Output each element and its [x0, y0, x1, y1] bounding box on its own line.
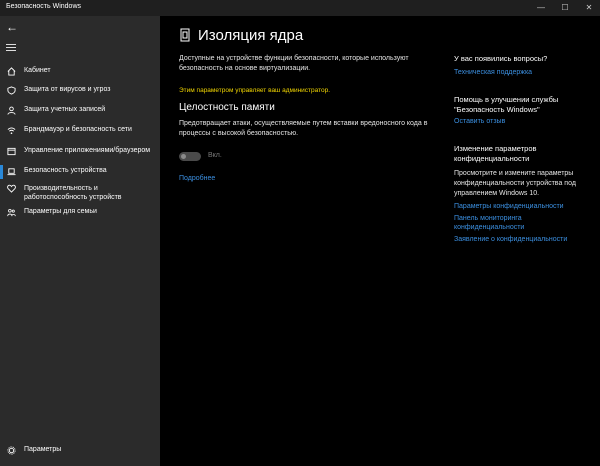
sidebar-item-firewall[interactable]: Брандмауэр и безопасность сети: [0, 124, 160, 138]
sidebar-item-device-security[interactable]: Безопасность устройства: [0, 165, 160, 179]
title-bar: Безопасность Windows — ☐ ✕: [0, 0, 600, 16]
sidebar: ← Кабинет Защита от вирусов и угроз Защи…: [0, 16, 160, 466]
sidebar-item-label: Защита учетных записей: [24, 106, 106, 113]
minimize-button[interactable]: —: [530, 2, 552, 14]
sidebar-item-settings[interactable]: Параметры: [0, 444, 160, 458]
toggle-label: Вкл.: [208, 152, 222, 159]
window-title: Безопасность Windows: [6, 3, 81, 10]
admin-notice: Этим параметром управляет ваш администра…: [179, 87, 331, 94]
feedback-link[interactable]: Оставить отзыв: [454, 118, 594, 125]
sidebar-item-label: Безопасность устройства: [24, 167, 107, 174]
sidebar-item-virus-protection[interactable]: Защита от вирусов и угроз: [0, 84, 160, 98]
sidebar-item-family-options[interactable]: Параметры для семьи: [0, 206, 160, 220]
toggle-knob: [181, 154, 186, 159]
section-title: Целостность памяти: [179, 102, 275, 113]
privacy-text: Просмотрите и измените параметры конфиде…: [454, 170, 576, 197]
maximize-button[interactable]: ☐: [554, 2, 576, 14]
questions-heading: У вас появились вопросы?: [454, 54, 548, 63]
privacy-heading: Изменение параметров конфиденциальности: [454, 144, 537, 163]
close-button[interactable]: ✕: [578, 2, 600, 14]
browser-window-icon: [7, 147, 16, 156]
right-pane: У вас появились вопросы? Техническая под…: [454, 54, 594, 243]
sidebar-item-label: Защита от вирусов и угроз: [24, 86, 111, 93]
sidebar-item-label: Параметры: [24, 446, 62, 453]
home-icon: [7, 67, 16, 76]
support-link[interactable]: Техническая поддержка: [454, 69, 594, 76]
sidebar-item-device-performance[interactable]: Производительность и работоспособность у…: [0, 182, 160, 204]
sidebar-item-home[interactable]: Кабинет: [0, 65, 160, 79]
laptop-icon: [7, 168, 16, 176]
page-description: Доступные на устройстве функции безопасн…: [179, 55, 409, 72]
shield-icon: [7, 86, 16, 95]
sidebar-item-account-protection[interactable]: Защита учетных записей: [0, 104, 160, 118]
sidebar-item-label: Управление приложениями/браузером: [24, 147, 151, 154]
sidebar-item-app-browser-control[interactable]: Управление приложениями/браузером: [0, 145, 160, 159]
section-description: Предотвращает атаки, осуществляемые путе…: [179, 120, 428, 137]
sidebar-item-label: Кабинет: [24, 67, 51, 74]
main-content: Изоляция ядра Доступные на устройстве фу…: [160, 16, 600, 466]
privacy-dashboard-link[interactable]: Панель мониторинга конфиденциальности: [454, 214, 554, 232]
sidebar-item-label: Производительность и работоспособность у…: [24, 185, 122, 201]
back-arrow-icon[interactable]: ←: [6, 20, 18, 34]
heart-icon: [7, 184, 16, 193]
hamburger-menu-icon[interactable]: [6, 42, 16, 53]
chip-icon: [180, 28, 190, 42]
wifi-icon: [7, 127, 16, 135]
improve-heading: Помощь в улучшении службы "Безопасность …: [454, 95, 559, 114]
sidebar-item-label: Брандмауэр и безопасность сети: [24, 126, 132, 133]
sidebar-item-label: Параметры для семьи: [24, 208, 97, 215]
person-icon: [7, 106, 16, 115]
gear-icon: [7, 446, 16, 455]
more-info-link[interactable]: Подробнее: [179, 175, 215, 182]
memory-integrity-toggle[interactable]: [179, 152, 201, 161]
family-icon: [7, 208, 16, 217]
privacy-statement-link[interactable]: Заявление о конфиденциальности: [454, 236, 594, 243]
privacy-settings-link[interactable]: Параметры конфиденциальности: [454, 203, 594, 210]
page-title: Изоляция ядра: [198, 27, 304, 44]
